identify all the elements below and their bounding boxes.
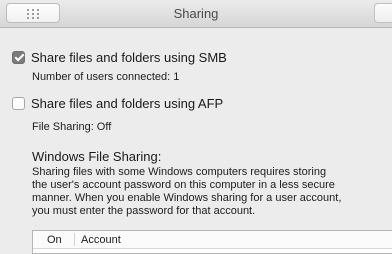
column-header-on[interactable]: On xyxy=(47,234,62,246)
afp-option[interactable]: Share files and folders using AFP xyxy=(12,94,223,112)
description-line: you must enter the password for that acc… xyxy=(32,205,256,217)
smb-checkbox[interactable] xyxy=(12,50,25,64)
description-line: Sharing files with some Windows computer… xyxy=(32,166,327,178)
smb-label: Share files and folders using SMB xyxy=(31,49,227,65)
accounts-table[interactable]: On Account xyxy=(32,230,392,254)
description-line: the user's account password on this comp… xyxy=(32,179,335,191)
afp-checkbox[interactable] xyxy=(12,96,25,110)
search-field-edge[interactable] xyxy=(374,3,392,23)
description-line: manner. When you enable Windows sharing … xyxy=(32,192,342,204)
smb-status: Number of users connected: 1 xyxy=(32,71,180,83)
table-header: On Account xyxy=(33,231,392,249)
smb-option[interactable]: Share files and folders using SMB xyxy=(12,48,227,66)
column-header-account[interactable]: Account xyxy=(81,234,121,246)
afp-status: File Sharing: Off xyxy=(32,121,112,133)
afp-label: Share files and folders using AFP xyxy=(31,95,224,111)
title-bar: Sharing xyxy=(0,0,392,28)
column-divider xyxy=(74,233,75,246)
windows-sharing-description: Sharing files with some Windows computer… xyxy=(32,166,384,218)
window-title: Sharing xyxy=(173,6,219,21)
windows-sharing-heading: Windows File Sharing: xyxy=(32,149,162,164)
